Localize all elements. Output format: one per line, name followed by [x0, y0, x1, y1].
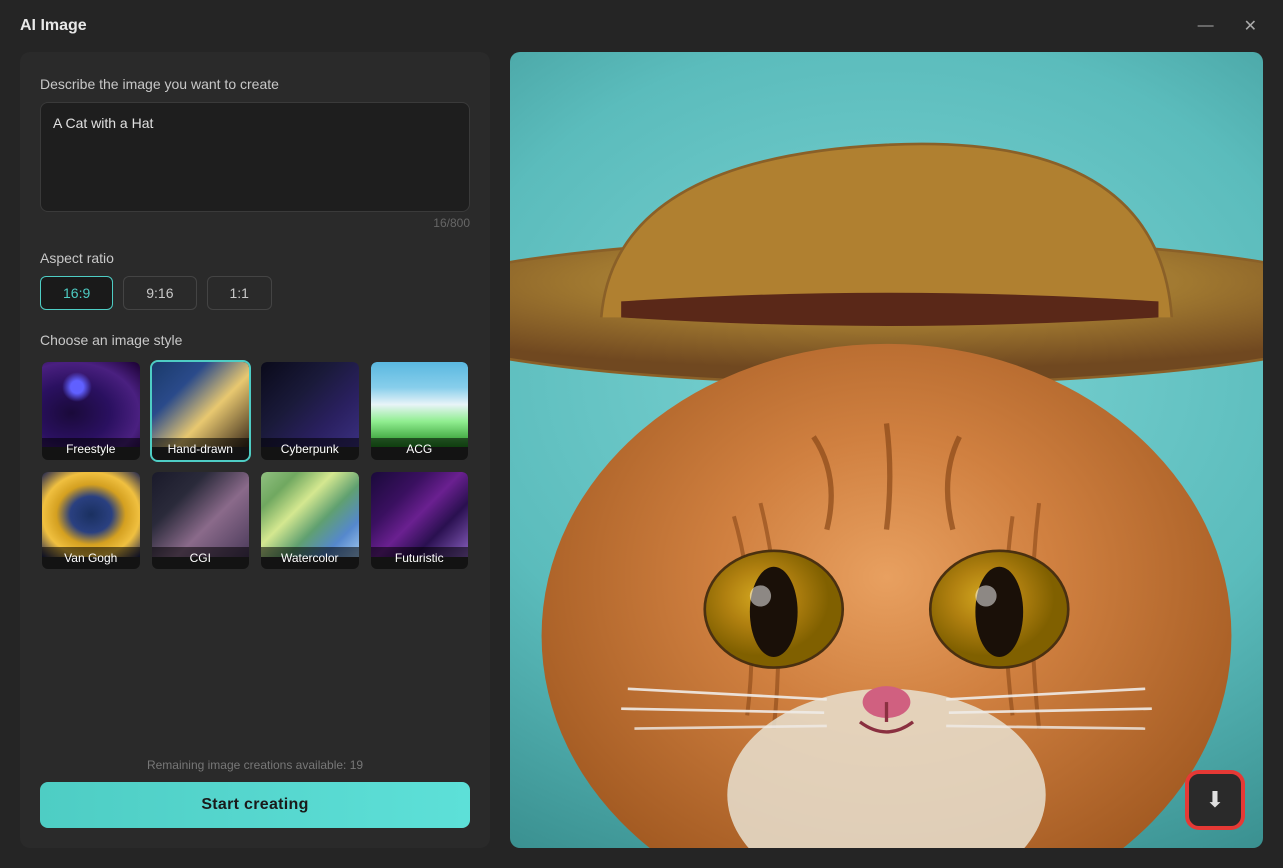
style-watercolor[interactable]: Watercolor: [259, 470, 361, 572]
aspect-ratio-label: Aspect ratio: [40, 250, 470, 266]
right-panel: ⬇: [510, 52, 1263, 848]
start-creating-button[interactable]: Start creating: [40, 782, 470, 828]
style-acg-label: ACG: [371, 438, 469, 460]
prompt-label: Describe the image you want to create: [40, 76, 470, 92]
style-freestyle[interactable]: Freestyle: [40, 360, 142, 462]
style-cgi-label: CGI: [152, 547, 250, 569]
aspect-1-1-button[interactable]: 1:1: [207, 276, 272, 310]
style-vangogh-label: Van Gogh: [42, 547, 140, 569]
style-watercolor-label: Watercolor: [261, 547, 359, 569]
aspect-16-9-button[interactable]: 16:9: [40, 276, 113, 310]
generated-image-area: ⬇: [510, 52, 1263, 848]
download-button-area: ⬇: [1187, 772, 1243, 828]
aspect-buttons: 16:9 9:16 1:1: [40, 276, 470, 310]
cat-hat-image: [510, 52, 1263, 848]
char-count: 16/800: [40, 216, 470, 230]
style-freestyle-label: Freestyle: [42, 438, 140, 460]
title-bar: AI Image — ✕: [0, 0, 1283, 52]
style-label: Choose an image style: [40, 332, 470, 348]
window-controls: — ✕: [1192, 14, 1263, 38]
remaining-text: Remaining image creations available: 19: [40, 758, 470, 772]
aspect-9-16-button[interactable]: 9:16: [123, 276, 196, 310]
style-handdrawn-label: Hand-drawn: [152, 438, 250, 460]
style-grid: Freestyle Hand-drawn Cyberpunk ACG Van G…: [40, 360, 470, 571]
style-vangogh[interactable]: Van Gogh: [40, 470, 142, 572]
style-handdrawn[interactable]: Hand-drawn: [150, 360, 252, 462]
download-button[interactable]: ⬇: [1187, 772, 1243, 828]
style-cyberpunk-label: Cyberpunk: [261, 438, 359, 460]
style-acg[interactable]: ACG: [369, 360, 471, 462]
minimize-button[interactable]: —: [1192, 14, 1220, 38]
style-futuristic-label: Futuristic: [371, 547, 469, 569]
style-cyberpunk[interactable]: Cyberpunk: [259, 360, 361, 462]
app-window: AI Image — ✕ Describe the image you want…: [0, 0, 1283, 868]
style-futuristic[interactable]: Futuristic: [369, 470, 471, 572]
window-title: AI Image: [20, 17, 87, 35]
prompt-textarea[interactable]: A Cat with a Hat: [40, 102, 470, 212]
close-button[interactable]: ✕: [1238, 14, 1263, 38]
main-content: Describe the image you want to create A …: [0, 52, 1283, 868]
left-panel: Describe the image you want to create A …: [20, 52, 490, 848]
download-icon: ⬇: [1206, 787, 1224, 813]
style-cgi[interactable]: CGI: [150, 470, 252, 572]
